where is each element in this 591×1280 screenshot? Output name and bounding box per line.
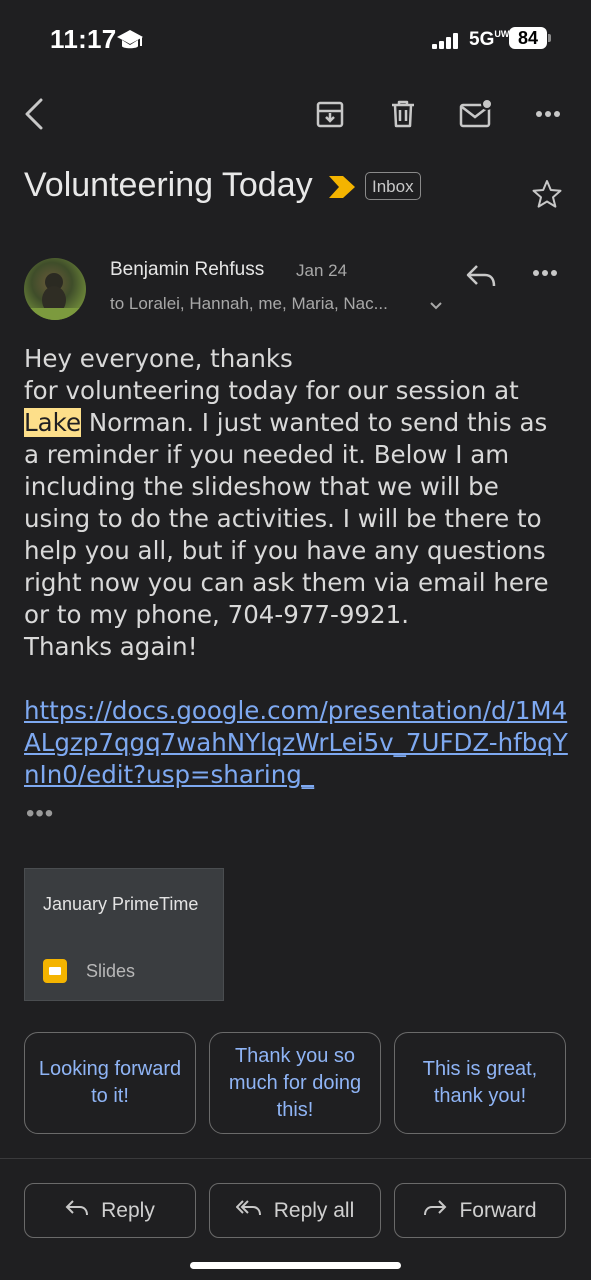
reply-label: Reply: [101, 1198, 155, 1222]
sender-name[interactable]: Benjamin Rehfuss: [110, 259, 264, 281]
status-time: 11:17: [50, 24, 117, 54]
attachment-card[interactable]: January PrimeTime Slides: [24, 868, 224, 1001]
show-trimmed-content[interactable]: •••: [26, 800, 54, 828]
reply-icon: [65, 1199, 89, 1223]
email-body: Hey everyone, thanks for volunteering to…: [24, 343, 574, 663]
back-arrow-icon[interactable]: [16, 96, 52, 132]
reply-all-icon: [235, 1199, 262, 1223]
graduation-cap-icon: [116, 28, 144, 57]
battery-level: 84: [509, 27, 547, 49]
forward-button[interactable]: Forward: [394, 1183, 566, 1238]
email-date: Jan 24: [296, 261, 348, 280]
reply-button[interactable]: Reply: [24, 1183, 196, 1238]
avatar[interactable]: [24, 258, 86, 320]
search-highlight: Lake: [24, 408, 82, 437]
network-type: 5GUW: [469, 29, 510, 50]
archive-icon[interactable]: [312, 96, 348, 132]
email-subject: Volunteering Today: [24, 166, 313, 204]
forward-label: Forward: [459, 1198, 537, 1222]
attachment-type: Slides: [86, 961, 136, 981]
recipients-summary[interactable]: to Loralei, Hannah, me, Maria, Nac...: [110, 294, 388, 314]
google-slides-icon: [43, 959, 67, 983]
inbox-label-badge[interactable]: Inbox: [365, 172, 421, 200]
home-indicator[interactable]: [190, 1262, 401, 1269]
body-text-start: Hey everyone, thanks for volunteering to…: [24, 344, 519, 405]
message-more-icon[interactable]: [532, 264, 558, 282]
mail-unread-icon[interactable]: [458, 96, 494, 132]
slideshow-link[interactable]: https://docs.google.com/presentation/d/1…: [24, 695, 574, 791]
battery-icon: [548, 34, 551, 42]
trash-icon[interactable]: [385, 96, 421, 132]
forward-icon: [423, 1199, 447, 1223]
smart-reply-1[interactable]: Looking forward to it!: [24, 1032, 196, 1134]
more-horizontal-icon[interactable]: [530, 96, 566, 132]
star-icon[interactable]: [531, 178, 563, 215]
body-text-rest: Norman. I just wanted to send this as a …: [24, 408, 549, 661]
reply-all-label: Reply all: [273, 1198, 355, 1222]
cellular-signal-icon: [432, 33, 460, 54]
divider: [0, 1158, 591, 1159]
smart-reply-3[interactable]: This is great, thank you!: [394, 1032, 566, 1134]
reply-icon[interactable]: [465, 262, 497, 295]
reply-all-button[interactable]: Reply all: [209, 1183, 381, 1238]
smart-reply-2[interactable]: Thank you so much for doing this!: [209, 1032, 381, 1134]
chevron-down-icon[interactable]: [429, 298, 443, 316]
attachment-title: January PrimeTime: [43, 894, 199, 914]
importance-marker-icon[interactable]: [329, 176, 355, 203]
